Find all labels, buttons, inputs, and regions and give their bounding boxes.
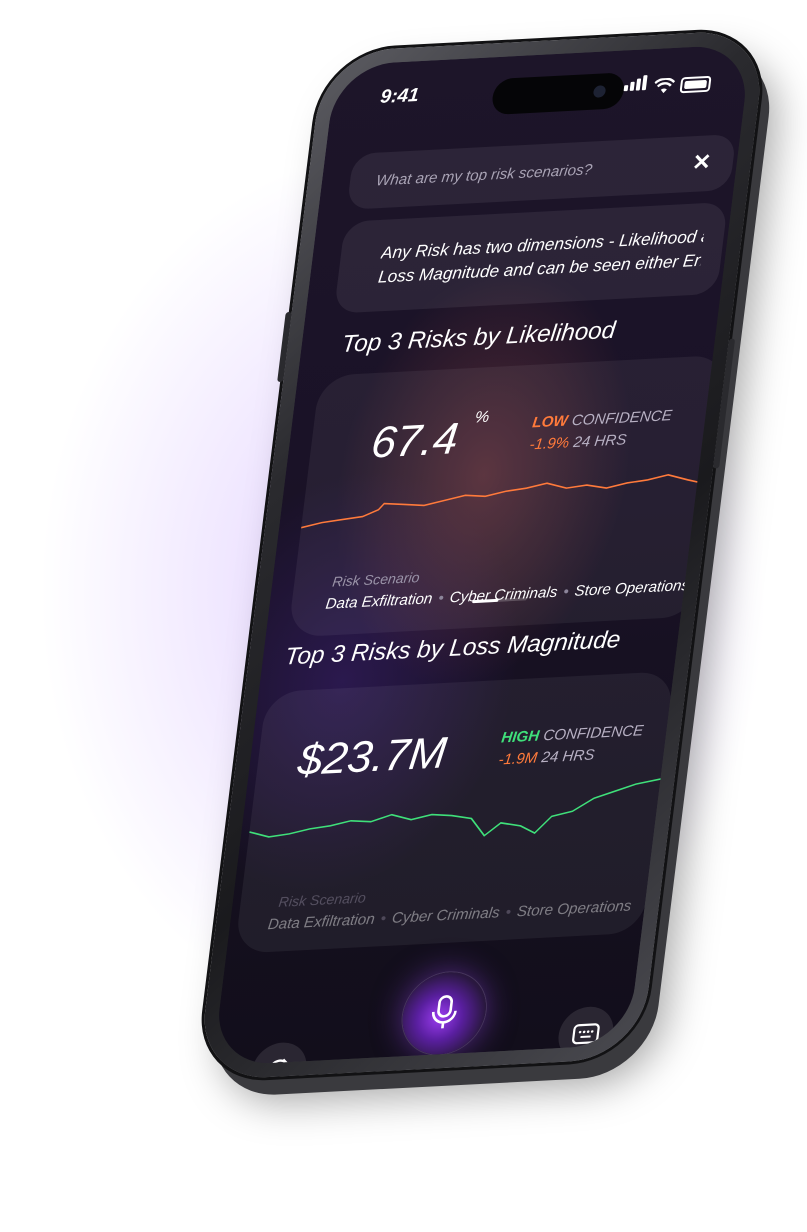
phone-screen: 9:41 What are my top risk scenarios? ✕ A…	[212, 43, 752, 1067]
dynamic-island	[490, 72, 626, 116]
likelihood-section-title: Top 3 Risks by Likelihood	[340, 316, 617, 358]
change-value: -1.9M	[497, 749, 539, 769]
wifi-icon	[654, 77, 676, 94]
likelihood-value: 67.4	[368, 414, 462, 468]
status-icons	[623, 72, 712, 96]
microphone-button[interactable]	[397, 970, 491, 1057]
change-period: 24 HRS	[540, 746, 596, 767]
change-value: -1.9%	[528, 434, 571, 454]
answer-text: Any Risk has two dimensions - Likelihood…	[377, 225, 705, 290]
microphone-icon	[432, 995, 457, 1029]
change-period: 24 HRS	[572, 431, 628, 452]
close-icon[interactable]: ✕	[691, 149, 713, 176]
volume-up-button	[277, 311, 292, 383]
battery-icon	[679, 75, 712, 94]
status-time: 9:41	[379, 84, 421, 108]
confidence-level: HIGH	[500, 727, 541, 747]
assistant-query-bar[interactable]: What are my top risk scenarios? ✕	[346, 133, 737, 210]
likelihood-confidence: LOW CONFIDENCE	[531, 407, 673, 431]
scenario-item: Data Exfiltration	[266, 910, 376, 934]
loss-sparkline	[249, 778, 662, 838]
likelihood-unit: %	[473, 408, 491, 427]
likelihood-sparkline	[301, 474, 713, 529]
separator-dot: •	[379, 910, 388, 928]
assistant-answer-bubble[interactable]: Any Risk has two dimensions - Likelihood…	[333, 201, 729, 314]
risk-scenario-label: Risk Scenario	[277, 889, 367, 910]
loss-card[interactable]: $23.7M HIGH CONFIDENCE -1.9M 24 HRS Risk…	[234, 670, 675, 954]
likelihood-card[interactable]: 67.4 % LOW CONFIDENCE -1.9% 24 HRS Risk …	[287, 354, 729, 638]
loss-confidence: HIGH CONFIDENCE	[500, 722, 644, 746]
loss-change: -1.9M 24 HRS	[498, 747, 596, 769]
scenario-item: Cyber Criminals	[391, 904, 501, 927]
separator-dot: •	[562, 583, 570, 601]
scenario-item: Data Exfiltration	[324, 590, 434, 613]
keyboard-icon	[572, 1023, 600, 1045]
keyboard-button[interactable]	[555, 1005, 617, 1063]
separator-dot: •	[504, 903, 513, 921]
scenario-item: Cyber Criminals	[448, 583, 559, 607]
camera-icon	[592, 85, 607, 98]
phone-mockup: 9:41 What are my top risk scenarios? ✕ A…	[0, 0, 807, 1232]
confidence-level: LOW	[531, 412, 569, 432]
confidence-word: CONFIDENCE	[542, 722, 645, 745]
scenario-item: Store Operations	[573, 576, 691, 600]
home-indicator[interactable]	[372, 1049, 545, 1065]
likelihood-change: -1.9% 24 HRS	[529, 431, 628, 453]
separator-dot: •	[437, 589, 445, 607]
query-text: What are my top risk scenarios?	[375, 161, 594, 190]
phone-frame: 9:41 What are my top risk scenarios? ✕ A…	[196, 29, 768, 1081]
history-button[interactable]	[248, 1041, 310, 1067]
loss-value: $23.7M	[295, 728, 450, 785]
risk-scenario-label: Risk Scenario	[331, 569, 421, 590]
power-button	[713, 338, 736, 469]
confidence-word: CONFIDENCE	[570, 407, 673, 430]
history-icon	[268, 1058, 290, 1067]
scenario-item: Store Operations	[515, 897, 633, 921]
signal-icon	[623, 75, 650, 96]
